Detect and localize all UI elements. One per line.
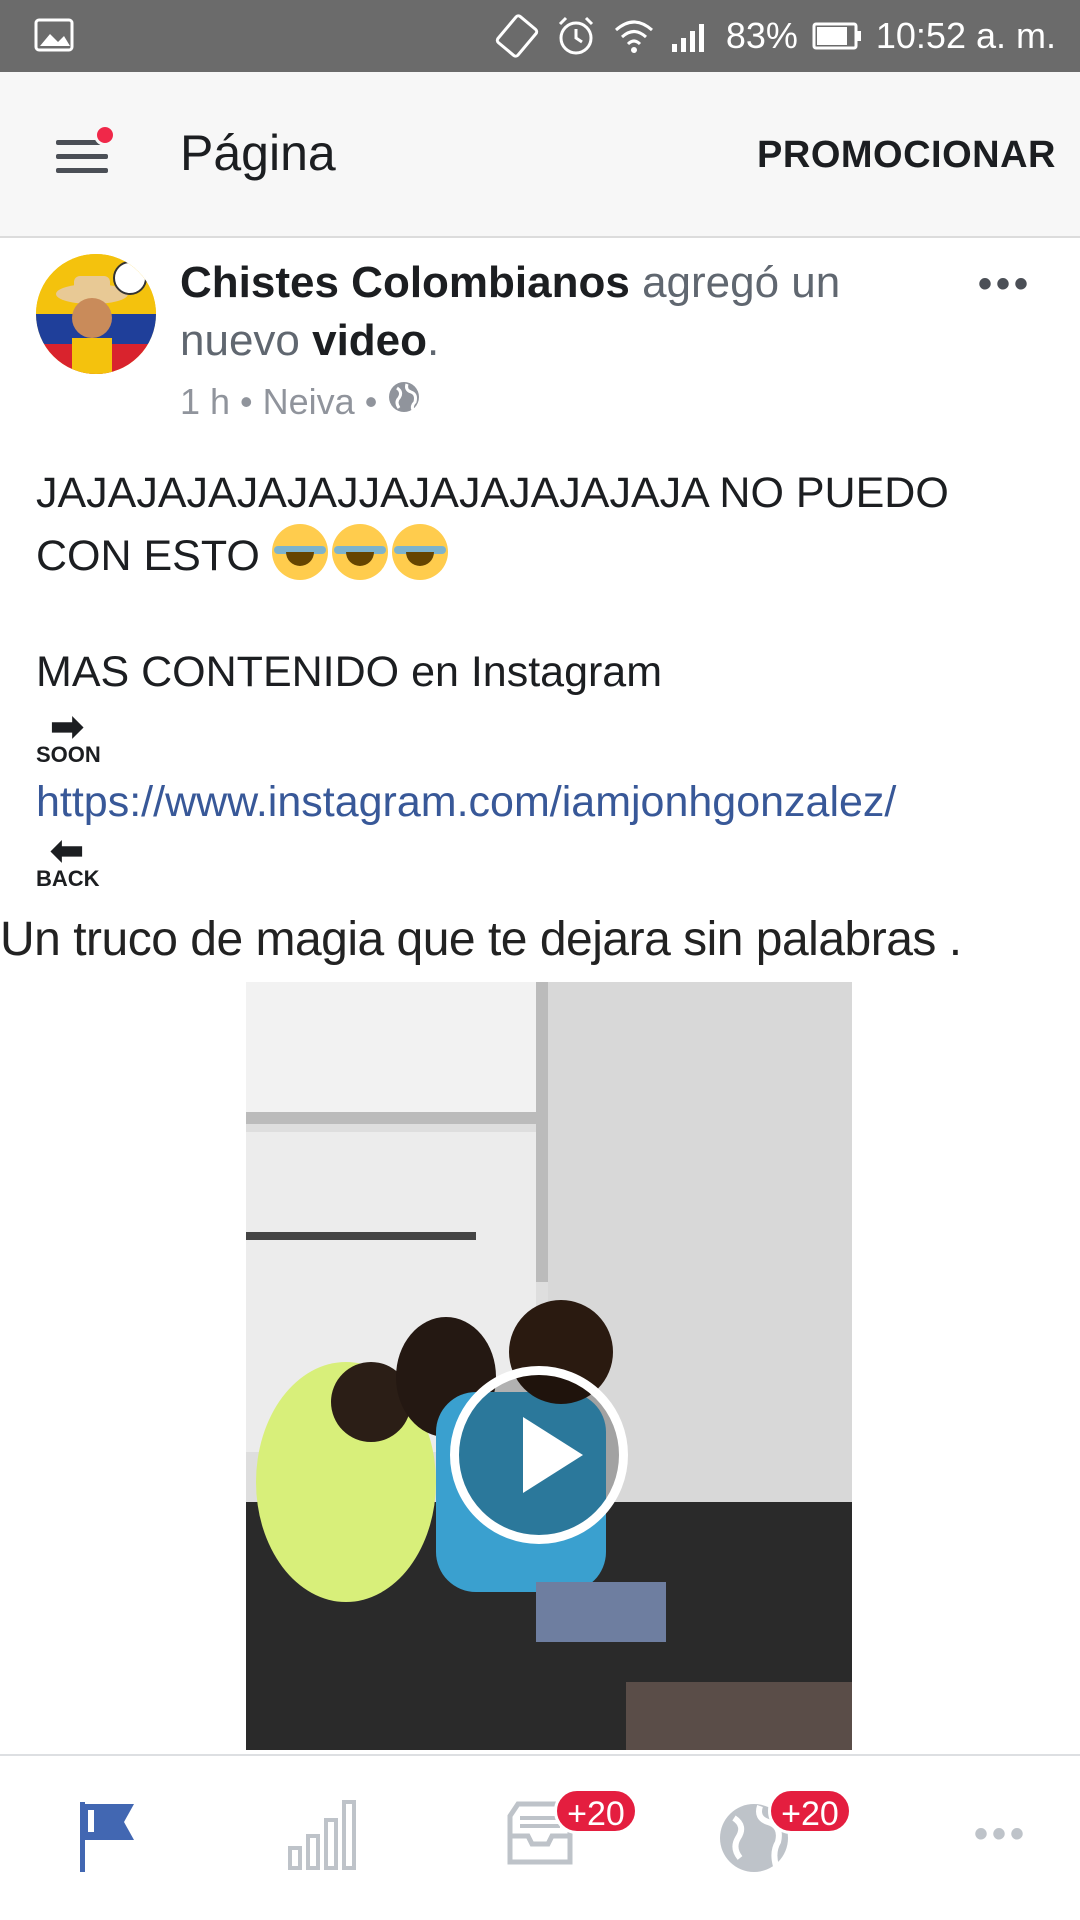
- nav-page-tab[interactable]: [76, 1796, 166, 1886]
- action-end: .: [427, 316, 440, 365]
- bar-chart-icon: [288, 1800, 356, 1870]
- bottom-nav: +20 +20 •••: [0, 1754, 1080, 1920]
- post-attribution: Chistes Colombianos agregó un nuevo vide…: [180, 254, 940, 370]
- clock: 10:52 a. m.: [875, 15, 1056, 56]
- video-link[interactable]: video: [312, 316, 427, 365]
- battery-percent: 83%: [725, 15, 798, 56]
- page-avatar[interactable]: [36, 254, 156, 374]
- post-location[interactable]: Neiva: [263, 381, 355, 423]
- left-arrow-icon: ⬅: [50, 829, 84, 873]
- laughing-emoji-icon: [391, 524, 448, 580]
- nav-more-button[interactable]: •••: [974, 1812, 1028, 1857]
- soon-arrow: ➡ SOON: [36, 705, 101, 768]
- globe-icon: [387, 380, 421, 423]
- meta-separator: •: [364, 380, 378, 422]
- page-title: Página: [180, 125, 336, 181]
- meta-separator: •: [240, 380, 253, 422]
- app-bar: Página PROMOCIONAR: [0, 72, 1080, 238]
- post-sub-meta: 1 h • Neiva •: [180, 380, 421, 423]
- promote-button[interactable]: PROMOCIONAR: [757, 134, 1056, 177]
- post-message-line1: JAJAJAJAJAJAJJAJAJAJAJAJAJA NO PUEDO CON…: [36, 469, 949, 580]
- gallery-icon: [34, 18, 74, 57]
- notifications-badge: +20: [768, 1788, 852, 1834]
- signal-icon: [670, 18, 712, 54]
- instagram-link[interactable]: https://www.instagram.com/iamjonhgonzale…: [36, 778, 896, 827]
- laughing-emoji-icon: [331, 524, 388, 580]
- back-arrow: ⬅ BACK: [36, 829, 100, 892]
- alarm-icon: [554, 14, 598, 58]
- soon-label: SOON: [36, 742, 101, 767]
- rotation-icon: [494, 13, 540, 59]
- inbox-badge: +20: [554, 1788, 638, 1834]
- menu-button[interactable]: [52, 122, 122, 188]
- status-bar: 83% 10:52 a. m.: [0, 0, 1080, 72]
- back-label: BACK: [36, 866, 100, 891]
- video-caption: Un truco de magia que te dejara sin pala…: [0, 913, 962, 966]
- post-message: JAJAJAJAJAJAJJAJAJAJAJAJAJA NO PUEDO CON…: [36, 462, 1056, 587]
- laughing-emoji-icon: [271, 524, 328, 580]
- nav-inbox-tab[interactable]: +20: [502, 1788, 638, 1886]
- play-button[interactable]: [450, 1366, 628, 1544]
- page-name-link[interactable]: Chistes Colombianos: [180, 258, 630, 307]
- play-icon: [523, 1417, 583, 1493]
- post-options-button[interactable]: •••: [978, 262, 1032, 307]
- post-time[interactable]: 1 h: [180, 381, 230, 423]
- post-message-line2: MAS CONTENIDO en Instagram: [36, 648, 663, 696]
- notification-dot: [94, 124, 116, 146]
- flag-icon: [80, 1802, 134, 1872]
- right-arrow-icon: ➡: [50, 705, 84, 749]
- wifi-icon: [612, 16, 656, 56]
- menu-icon-line: [56, 154, 108, 159]
- nav-notifications-tab[interactable]: +20: [716, 1788, 852, 1886]
- nav-insights-tab[interactable]: [286, 1796, 376, 1886]
- battery-icon: [812, 21, 862, 51]
- menu-icon-line: [56, 168, 108, 173]
